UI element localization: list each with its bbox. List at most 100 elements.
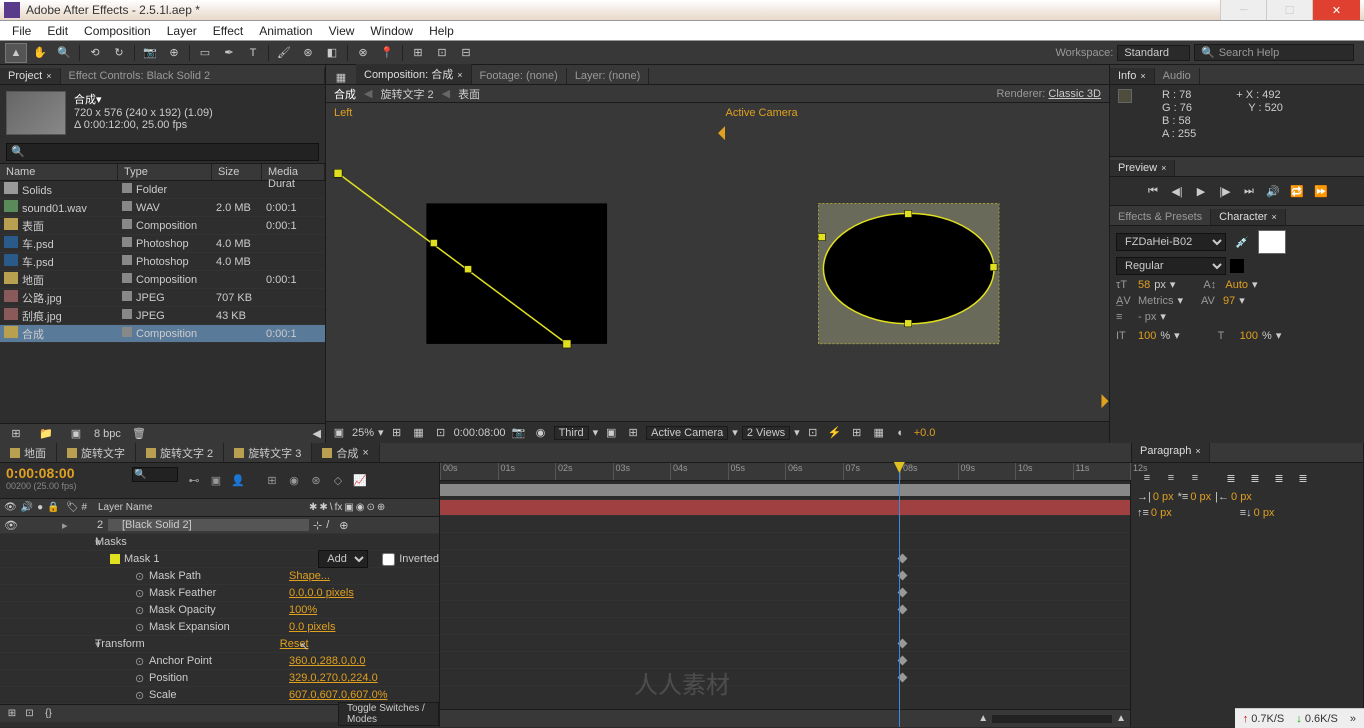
flowchart-button[interactable]: ▦ xyxy=(334,70,348,84)
menu-help[interactable]: Help xyxy=(421,24,462,38)
vscale-input[interactable]: 100 xyxy=(1138,330,1156,342)
font-size-input[interactable]: 58 xyxy=(1138,279,1150,291)
menu-view[interactable]: View xyxy=(321,24,363,38)
project-item[interactable]: 合成 Composition 0:00:1 xyxy=(0,325,325,343)
current-time[interactable]: 0:00:08:00 xyxy=(454,427,506,439)
frame-blend-button[interactable]: ⊞ xyxy=(262,472,282,490)
timeline-timecode[interactable]: 0:00:08:00 xyxy=(6,465,124,481)
bpc-label[interactable]: 8 bpc xyxy=(94,428,121,440)
last-frame-button[interactable]: ⏭ xyxy=(1240,183,1258,199)
world-axis-button[interactable]: ⊡ xyxy=(431,43,453,63)
view-axis-button[interactable]: ⊟ xyxy=(455,43,477,63)
pan-behind-tool[interactable]: ⊕ xyxy=(163,43,185,63)
toggle-modes-button[interactable]: ⊡ xyxy=(21,704,38,724)
new-folder-button[interactable]: 📁 xyxy=(35,424,57,444)
close-button[interactable]: ✕ xyxy=(1312,0,1360,20)
col-duration[interactable]: Media Durat xyxy=(262,164,325,180)
timeline-workarea[interactable] xyxy=(440,481,1130,499)
col-layer-name[interactable]: Layer Name xyxy=(92,502,309,513)
close-icon[interactable]: × xyxy=(362,447,368,459)
comp-mini-flowchart[interactable]: ⊷ xyxy=(184,472,204,490)
project-item[interactable]: 表面 Composition 0:00:1 xyxy=(0,217,325,235)
graph-editor-button[interactable]: 📈 xyxy=(350,472,370,490)
project-search-input[interactable] xyxy=(6,143,319,161)
resolution-button[interactable]: ⊞ xyxy=(388,425,406,441)
tl-tab-active[interactable]: 合成× xyxy=(312,443,379,462)
project-item[interactable]: 刮痕.jpg JPEG 43 KB xyxy=(0,307,325,325)
property-row[interactable]: ⊙Mask PathShape... xyxy=(0,568,439,585)
camera-tool[interactable]: 📷 xyxy=(139,43,161,63)
transparency-button[interactable]: ▦ xyxy=(410,425,428,441)
project-item[interactable]: Solids Folder xyxy=(0,181,325,199)
layer-bar[interactable] xyxy=(440,500,1130,515)
shape-tool[interactable]: ▭ xyxy=(194,43,216,63)
tab-footage[interactable]: Footage: (none) xyxy=(472,68,567,84)
menu-layer[interactable]: Layer xyxy=(159,24,205,38)
mask-button[interactable]: ⊡ xyxy=(432,425,450,441)
text-tool[interactable]: T xyxy=(242,43,264,63)
view-select[interactable]: Active Camera xyxy=(646,426,728,440)
masks-section[interactable]: ▾ Masks xyxy=(0,534,439,551)
mask-mode-select[interactable]: Add xyxy=(318,550,368,568)
align-right-button[interactable]: ≡ xyxy=(1185,469,1205,487)
menu-composition[interactable]: Composition xyxy=(76,24,159,38)
col-size[interactable]: Size xyxy=(212,164,262,180)
property-row[interactable]: ⊙Mask Feather0.0,0.0 pixels xyxy=(0,585,439,602)
leading-input[interactable]: Auto xyxy=(1225,279,1248,291)
delete-button[interactable]: 🗑 xyxy=(128,424,150,444)
new-comp-button[interactable]: ▣ xyxy=(65,424,87,444)
layer-name[interactable]: [Black Solid 2] xyxy=(108,519,309,531)
play-button[interactable]: ▶ xyxy=(1192,183,1210,199)
roi-button[interactable]: ▣ xyxy=(602,425,620,441)
layer-row[interactable]: 👁 ▸ 2 [Black Solid 2] ⊹/⊕ xyxy=(0,517,439,534)
orbit-tool[interactable]: ⟲ xyxy=(84,43,106,63)
project-item[interactable]: sound01.wav WAV 2.0 MB 0:00:1 xyxy=(0,199,325,217)
close-icon[interactable]: × xyxy=(457,70,462,80)
zoom-out-button[interactable]: ▲ xyxy=(978,713,988,724)
project-item[interactable]: 车.psd Photoshop 4.0 MB xyxy=(0,253,325,271)
eraser-tool[interactable]: ◧ xyxy=(321,43,343,63)
justify-left-button[interactable]: ≣ xyxy=(1221,469,1241,487)
tab-effect-controls[interactable]: Effect Controls: Black Solid 2 xyxy=(61,68,325,84)
brainstorm-button[interactable]: ⊛ xyxy=(306,472,326,490)
tab-character[interactable]: Character× xyxy=(1211,209,1286,225)
hscale-input[interactable]: 100 xyxy=(1240,330,1258,342)
justify-right-button[interactable]: ≣ xyxy=(1269,469,1289,487)
tl-tab[interactable]: 旋转文字 2 xyxy=(136,443,224,462)
twirl-button[interactable]: ▸ xyxy=(62,519,74,532)
tl-tab[interactable]: 地面 xyxy=(0,443,57,462)
hide-shy-button[interactable]: 👤 xyxy=(228,472,248,490)
zoom-in-button[interactable]: ▲ xyxy=(1116,713,1126,724)
menu-edit[interactable]: Edit xyxy=(39,24,76,38)
rotate-tool[interactable]: ↻ xyxy=(108,43,130,63)
twirl-button[interactable]: ▾ xyxy=(0,536,95,549)
video-toggle[interactable]: 👁 xyxy=(4,519,18,532)
hand-tool[interactable]: ✋ xyxy=(29,43,51,63)
twirl-button[interactable]: ▾ xyxy=(0,553,110,566)
project-list[interactable]: Solids Folder sound01.wav WAV 2.0 MB 0:0… xyxy=(0,181,325,423)
kerning-input[interactable]: Metrics xyxy=(1138,295,1173,307)
comp-name[interactable]: 合成▾ xyxy=(74,91,213,107)
breadcrumb-item[interactable]: 旋转文字 2 xyxy=(380,86,433,102)
first-frame-button[interactable]: ⏮ xyxy=(1144,183,1162,199)
tl-tab[interactable]: 旋转文字 3 xyxy=(224,443,312,462)
zoom-level[interactable]: 25% xyxy=(352,427,374,439)
justify-all-button[interactable]: ≣ xyxy=(1293,469,1313,487)
mask-color[interactable] xyxy=(110,554,120,564)
transform-section[interactable]: ▾ Transform Reset ↖ xyxy=(0,636,439,653)
toggle-bracket-button[interactable]: {} xyxy=(40,704,57,724)
breadcrumb-item[interactable]: 合成 xyxy=(334,86,356,102)
resolution-select[interactable]: Third xyxy=(554,426,589,440)
property-row[interactable]: ⊙Position329.0,270.0,224.0 xyxy=(0,670,439,687)
menu-effect[interactable]: Effect xyxy=(205,24,251,38)
interpret-footage-button[interactable]: ⊞ xyxy=(5,424,27,444)
reset-exposure-button[interactable]: ◐ xyxy=(892,425,910,441)
workspace-select[interactable]: Standard xyxy=(1117,45,1190,61)
clone-tool[interactable]: ⊛ xyxy=(297,43,319,63)
zoom-tool[interactable]: 🔍 xyxy=(53,43,75,63)
search-help-input[interactable]: 🔍 Search Help xyxy=(1194,44,1354,61)
font-style-select[interactable]: Regular xyxy=(1116,257,1226,275)
tab-effects-presets[interactable]: Effects & Presets xyxy=(1110,209,1211,225)
toggle-switches-button[interactable]: ⊞ xyxy=(1,704,19,724)
col-name[interactable]: Name xyxy=(0,164,118,180)
